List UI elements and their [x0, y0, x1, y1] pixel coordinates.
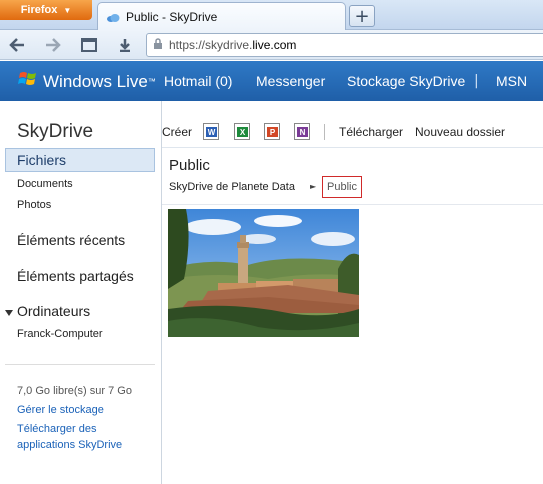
url-text: https://skydrive.live.com	[169, 38, 296, 52]
word-letter: W	[206, 127, 217, 137]
folder-title: Public	[169, 157, 210, 174]
excel-letter: X	[237, 127, 248, 137]
sidebar-item-shared[interactable]: Éléments partagés	[17, 268, 134, 284]
download-apps-link-line2[interactable]: applications SkyDrive	[17, 439, 122, 451]
main-content: Créer W X P N Télécharger Nouveau dossie…	[161, 101, 543, 484]
browser-tab-strip: Firefox ▼ Public - SkyDrive +	[0, 0, 543, 30]
onenote-letter: N	[297, 127, 308, 137]
landscape-photo-icon	[168, 209, 359, 337]
header-separator: |	[474, 73, 479, 89]
messenger-link[interactable]: Messenger	[256, 73, 325, 89]
word-doc-icon[interactable]: W	[203, 123, 219, 140]
create-button[interactable]: Créer	[162, 125, 192, 139]
storage-status: 7,0 Go libre(s) sur 7 Go	[17, 385, 132, 397]
browser-tab[interactable]: Public - SkyDrive	[97, 2, 346, 30]
back-arrow-icon[interactable]	[6, 34, 28, 56]
breadcrumb-arrow-icon: ►	[310, 182, 317, 191]
sidebar-item-photos[interactable]: Photos	[17, 199, 51, 211]
forward-arrow-icon[interactable]	[42, 34, 64, 56]
upload-button[interactable]: Télécharger	[339, 125, 403, 139]
brand-text: Windows Live	[43, 71, 148, 91]
dropdown-caret-icon: ▼	[63, 5, 72, 15]
firefox-menu-button[interactable]: Firefox ▼	[0, 0, 92, 20]
skydrive-cloud-icon	[106, 12, 120, 22]
window-icon[interactable]	[78, 34, 100, 56]
toolbar-separator	[324, 124, 325, 140]
breadcrumb-current: Public	[322, 176, 362, 198]
app-title[interactable]: SkyDrive	[17, 121, 93, 143]
lock-icon	[153, 37, 163, 53]
sidebar-item-files[interactable]: Fichiers	[5, 148, 155, 172]
sidebar: SkyDrive Fichiers Documents Photos Éléme…	[0, 101, 160, 484]
expand-triangle-icon[interactable]	[5, 310, 13, 316]
windows-live-header: Windows Live ™ Hotmail (0) Messenger Stoc…	[0, 61, 543, 101]
sidebar-item-computers[interactable]: Ordinateurs	[17, 303, 90, 319]
sidebar-item-recent[interactable]: Éléments récents	[17, 232, 125, 248]
msn-link[interactable]: MSN	[496, 73, 527, 89]
tab-title: Public - SkyDrive	[126, 9, 218, 24]
firefox-menu-label: Firefox	[20, 4, 58, 16]
powerpoint-letter: P	[267, 127, 278, 137]
excel-doc-icon[interactable]: X	[234, 123, 250, 140]
sidebar-item-computer[interactable]: Franck-Computer	[17, 328, 103, 340]
new-tab-button[interactable]: +	[349, 5, 375, 27]
breadcrumb-root[interactable]: SkyDrive de Planete Data	[169, 181, 295, 193]
photo-thumbnail[interactable]	[168, 209, 359, 337]
address-bar[interactable]: https://skydrive.live.com	[146, 33, 543, 57]
windows-live-logo[interactable]: Windows Live ™	[18, 70, 156, 93]
download-arrow-icon[interactable]	[114, 34, 136, 56]
new-folder-button[interactable]: Nouveau dossier	[415, 125, 505, 139]
browser-navigation-bar: https://skydrive.live.com	[0, 30, 543, 60]
brand-trademark: ™	[147, 77, 156, 86]
windows-flag-icon	[18, 70, 38, 93]
download-apps-link-line1[interactable]: Télécharger des	[17, 423, 97, 435]
manage-storage-link[interactable]: Gérer le stockage	[17, 404, 104, 416]
sidebar-item-documents[interactable]: Documents	[17, 178, 73, 190]
onenote-doc-icon[interactable]: N	[294, 123, 310, 140]
content-divider	[162, 204, 543, 205]
powerpoint-doc-icon[interactable]: P	[264, 123, 280, 140]
sidebar-divider	[5, 364, 155, 365]
skydrive-storage-link[interactable]: Stockage SkyDrive	[347, 73, 465, 89]
hotmail-link[interactable]: Hotmail (0)	[164, 73, 232, 89]
toolbar-divider	[162, 147, 543, 148]
url-prefix: https://skydrive.	[169, 38, 253, 52]
url-host: live.com	[252, 38, 297, 52]
